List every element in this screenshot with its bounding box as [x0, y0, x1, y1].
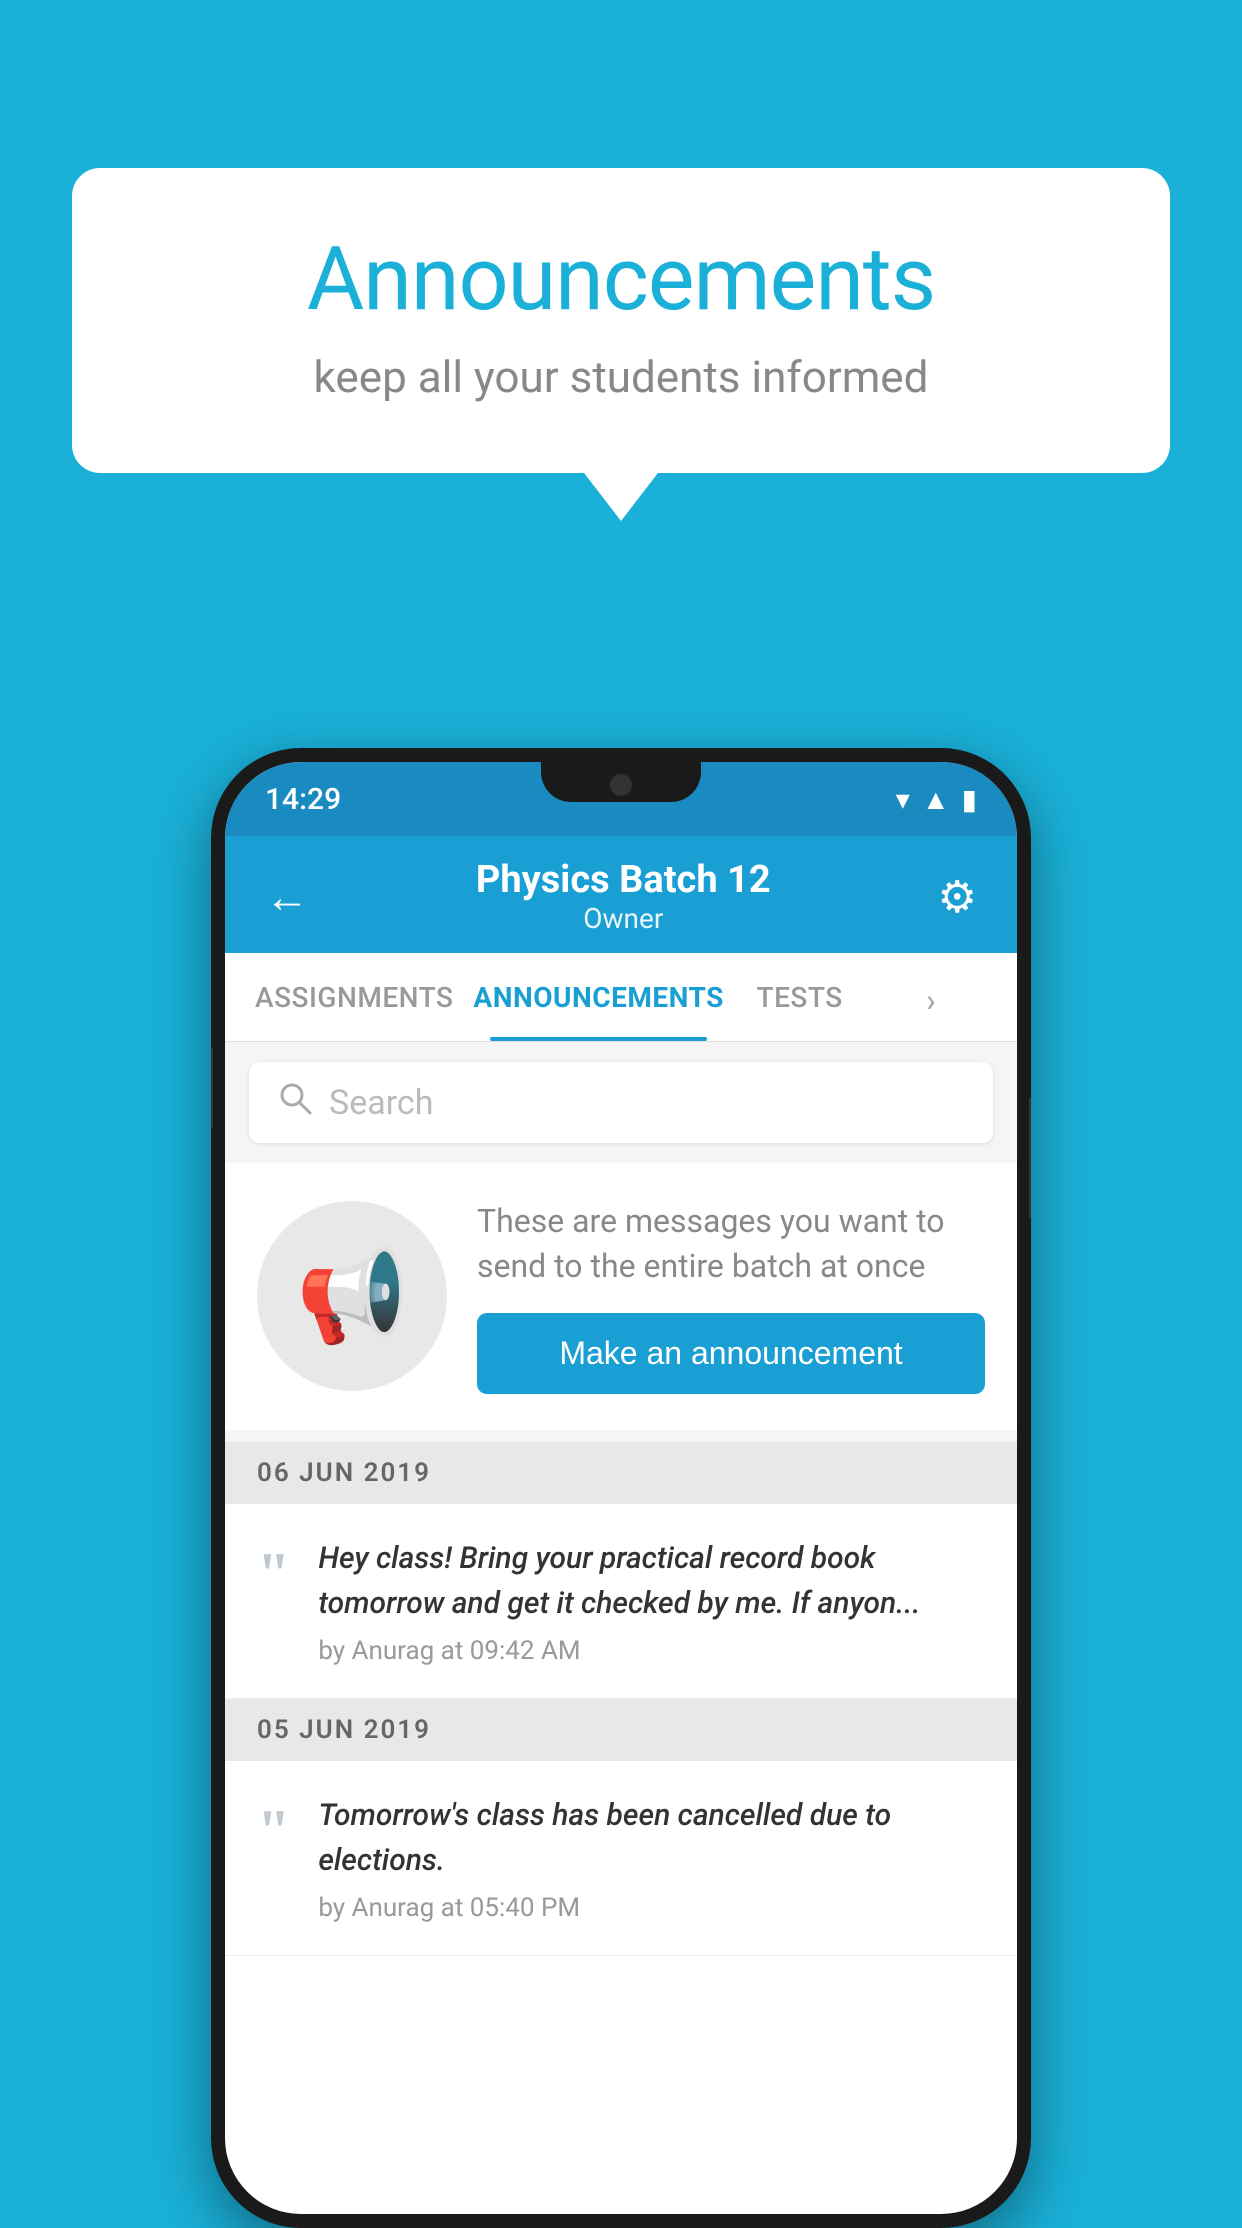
announcement-meta-1: by Anurag at 09:42 AM	[318, 1636, 985, 1666]
quote-icon: "	[257, 1544, 290, 1604]
tab-more[interactable]: ›	[865, 953, 997, 1041]
phone-screen: 14:29 ▾ ▲ ▮ ← Physics Batch 12 Owner ⚙ A…	[225, 762, 1017, 2214]
settings-icon[interactable]: ⚙	[938, 871, 977, 923]
bubble-subtitle: keep all your students informed	[152, 351, 1090, 403]
announcement-content-2: Tomorrow's class has been cancelled due …	[318, 1793, 985, 1923]
promo-right: These are messages you want to send to t…	[477, 1199, 985, 1394]
date-separator-2: 05 JUN 2019	[225, 1699, 1017, 1761]
status-time: 14:29	[265, 782, 341, 817]
megaphone-icon: 📢	[296, 1244, 408, 1349]
make-announcement-button[interactable]: Make an announcement	[477, 1313, 985, 1394]
tab-announcements[interactable]: ANNOUNCEMENTS	[463, 953, 733, 1041]
promo-description: These are messages you want to send to t…	[477, 1199, 985, 1289]
volume-button	[211, 1048, 213, 1128]
announcement-item-1[interactable]: " Hey class! Bring your practical record…	[225, 1504, 1017, 1699]
status-bar: 14:29 ▾ ▲ ▮	[225, 762, 1017, 836]
speech-bubble: Announcements keep all your students inf…	[72, 168, 1170, 473]
tab-bar: ASSIGNMENTS ANNOUNCEMENTS TESTS ›	[225, 953, 1017, 1042]
app-header: ← Physics Batch 12 Owner ⚙	[225, 836, 1017, 953]
announcement-text-1: Hey class! Bring your practical record b…	[318, 1536, 985, 1626]
megaphone-circle: 📢	[257, 1201, 447, 1391]
tab-assignments[interactable]: ASSIGNMENTS	[245, 953, 463, 1041]
signal-icon: ▲	[922, 783, 950, 816]
header-subtitle: Owner	[476, 902, 771, 935]
notch	[541, 762, 701, 802]
bubble-title: Announcements	[152, 228, 1090, 331]
promo-card: 📢 These are messages you want to send to…	[225, 1163, 1017, 1430]
date-separator-1: 06 JUN 2019	[225, 1442, 1017, 1504]
phone-frame: 14:29 ▾ ▲ ▮ ← Physics Batch 12 Owner ⚙ A…	[211, 748, 1031, 2228]
tab-tests[interactable]: TESTS	[734, 953, 866, 1041]
search-icon	[277, 1080, 313, 1125]
announcement-text-2: Tomorrow's class has been cancelled due …	[318, 1793, 985, 1883]
announcement-content-1: Hey class! Bring your practical record b…	[318, 1536, 985, 1666]
back-button[interactable]: ←	[265, 871, 309, 923]
content-area: Search 📢 These are messages you want to …	[225, 1042, 1017, 1956]
header-title: Physics Batch 12	[476, 858, 771, 902]
front-camera	[610, 774, 632, 796]
search-bar[interactable]: Search	[249, 1062, 993, 1143]
speech-bubble-container: Announcements keep all your students inf…	[72, 168, 1170, 473]
status-icons: ▾ ▲ ▮	[896, 783, 977, 816]
header-title-group: Physics Batch 12 Owner	[476, 858, 771, 935]
power-button	[1029, 1098, 1031, 1218]
announcement-meta-2: by Anurag at 05:40 PM	[318, 1893, 985, 1923]
battery-icon: ▮	[962, 783, 977, 816]
search-placeholder: Search	[329, 1083, 433, 1123]
announcement-item-2[interactable]: " Tomorrow's class has been cancelled du…	[225, 1761, 1017, 1956]
wifi-icon: ▾	[896, 783, 910, 816]
quote-icon-2: "	[257, 1801, 290, 1861]
